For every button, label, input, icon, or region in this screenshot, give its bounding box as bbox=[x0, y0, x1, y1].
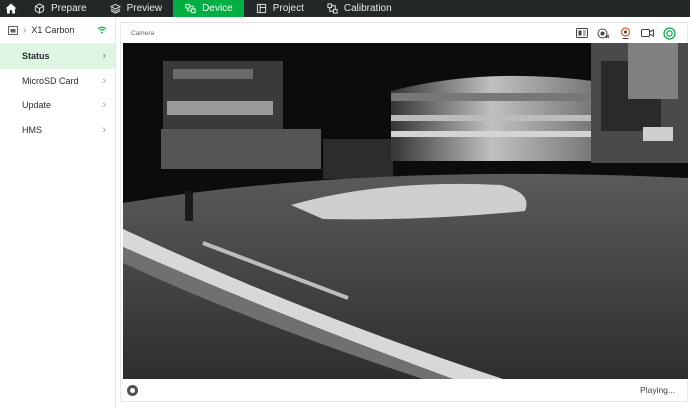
sidebar-item-hms[interactable]: HMS › bbox=[0, 118, 115, 143]
timelapse-icon[interactable] bbox=[619, 27, 632, 40]
camera-bottom-bar: Playing... bbox=[121, 379, 687, 401]
tab-project[interactable]: Project bbox=[244, 0, 315, 17]
sidebar-item-label: MicroSD Card bbox=[22, 75, 79, 86]
project-icon bbox=[256, 3, 266, 14]
chevron-right-icon: › bbox=[102, 99, 106, 112]
camera-panel: Camera Playing... bbox=[120, 22, 688, 402]
cube-icon bbox=[34, 3, 45, 14]
recording-icon[interactable] bbox=[597, 27, 610, 40]
record-button[interactable] bbox=[127, 384, 138, 396]
camera-header: Camera bbox=[121, 23, 687, 43]
tab-calibration-label: Calibration bbox=[343, 3, 392, 14]
video-camera-icon[interactable] bbox=[641, 27, 654, 40]
camera-toolbar bbox=[575, 26, 676, 40]
sidebar-item-status[interactable]: Status › bbox=[0, 44, 115, 69]
device-sidebar: › X1 Carbon Status › MicroSD Card › Upda… bbox=[0, 17, 116, 408]
printer-chamber-image bbox=[123, 43, 688, 379]
device-icon bbox=[185, 3, 196, 14]
tab-prepare-label: Prepare bbox=[51, 3, 87, 14]
tab-device[interactable]: Device bbox=[173, 0, 244, 17]
printer-icon bbox=[8, 25, 18, 35]
sidebar-item-label: Status bbox=[22, 51, 50, 62]
camera-title: Camera bbox=[131, 29, 155, 37]
wifi-icon bbox=[97, 26, 107, 34]
sidebar-item-microsd-card[interactable]: MicroSD Card › bbox=[0, 69, 115, 94]
chevron-right-icon: › bbox=[102, 123, 106, 136]
chevron-right-icon: › bbox=[102, 74, 106, 87]
tab-calibration[interactable]: Calibration bbox=[315, 0, 403, 17]
sidebar-item-label: Update bbox=[22, 100, 52, 111]
chevron-right-icon: › bbox=[23, 24, 27, 36]
tab-preview-label: Preview bbox=[126, 3, 163, 14]
calibration-icon bbox=[327, 3, 338, 14]
camera-video-feed bbox=[123, 43, 688, 379]
tab-prepare[interactable]: Prepare bbox=[22, 0, 98, 17]
layers-icon bbox=[109, 3, 121, 14]
playback-status: Playing... bbox=[640, 385, 675, 395]
tab-project-label: Project bbox=[272, 3, 304, 14]
sidebar-item-label: HMS bbox=[22, 124, 42, 135]
chevron-right-icon: › bbox=[102, 50, 106, 63]
printer-name: X1 Carbon bbox=[31, 25, 75, 35]
home-icon[interactable] bbox=[0, 0, 22, 17]
top-navigation-bar: Prepare Preview Device Project Calibrati… bbox=[0, 0, 690, 17]
sidebar-item-update[interactable]: Update › bbox=[0, 93, 115, 118]
sd-card-icon[interactable] bbox=[575, 27, 588, 40]
settings-gear-icon[interactable] bbox=[663, 26, 676, 40]
tab-device-label: Device bbox=[202, 3, 233, 14]
printer-selector[interactable]: › X1 Carbon bbox=[0, 17, 115, 44]
tab-preview[interactable]: Preview bbox=[98, 0, 174, 17]
